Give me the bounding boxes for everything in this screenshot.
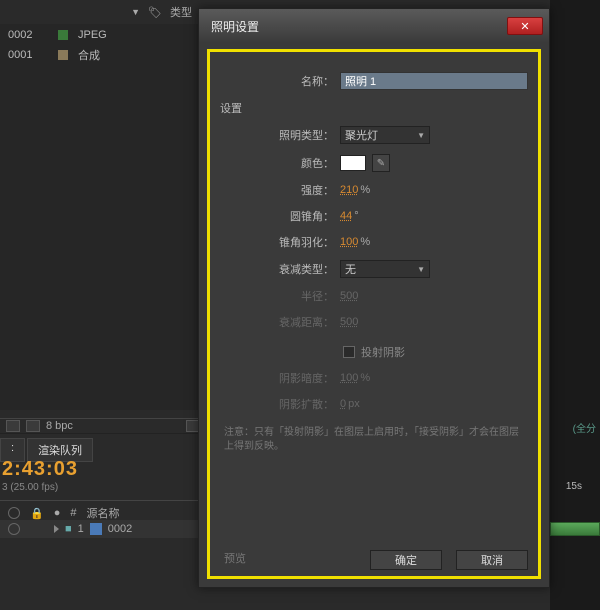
falloff-distance-value: 500: [340, 316, 358, 328]
ok-button[interactable]: 确定: [370, 550, 442, 570]
intensity-unit: %: [360, 184, 370, 196]
project-row[interactable]: 0002 JPEG: [0, 26, 200, 44]
close-icon: ✕: [520, 20, 529, 33]
shadow-note: 注意：只有「投射阴影」在图层上启用时，「接受阴影」才会在图层上得到反映。: [220, 426, 528, 454]
name-input[interactable]: [340, 72, 528, 90]
color-swatch[interactable]: [340, 155, 366, 171]
settings-section-label: 设置: [220, 100, 528, 116]
viewer-panel: [550, 0, 600, 610]
item-type: 合成: [78, 47, 100, 63]
eyedropper-button[interactable]: ✎: [372, 154, 390, 172]
light-type-label: 照明类型：: [220, 127, 340, 143]
bpc-indicator[interactable]: 8 bpc: [46, 420, 73, 432]
light-type-dropdown[interactable]: 聚光灯 ▼: [340, 126, 430, 144]
project-panel: ▼ 🏷 类型 0002 JPEG 0001 合成: [0, 0, 200, 410]
folder-icon[interactable]: [26, 420, 40, 432]
col-number: #: [70, 507, 76, 519]
shadow-diffusion-value: 0: [340, 398, 346, 410]
layer-index: 1: [78, 523, 84, 535]
item-type: JPEG: [78, 29, 107, 41]
layer-bar[interactable]: [550, 522, 600, 536]
tag-icon[interactable]: 🏷: [148, 6, 162, 19]
chevron-down-icon[interactable]: ▼: [131, 7, 140, 17]
cone-angle-value[interactable]: 44: [340, 210, 352, 222]
cone-feather-unit: %: [360, 236, 370, 248]
dialog-body: 名称： 设置 照明类型： 聚光灯 ▼ 颜色： ✎ 强度： 210 % 圆锥角： …: [207, 49, 541, 579]
timecode[interactable]: 2:43:03: [2, 458, 78, 481]
label-swatch: [58, 50, 68, 60]
resolution-label[interactable]: (全分: [573, 420, 596, 435]
falloff-distance-label: 衰减距离：: [220, 314, 340, 330]
eye-icon[interactable]: [8, 523, 20, 535]
label-swatch: [58, 30, 68, 40]
dialog-title: 照明设置: [211, 18, 259, 35]
timecode-sub: 3 (25.00 fps): [2, 482, 58, 493]
shadow-darkness-unit: %: [360, 372, 370, 384]
falloff-type-dropdown[interactable]: 无 ▼: [340, 260, 430, 278]
cast-shadow-checkbox[interactable]: [343, 346, 355, 358]
time-marker: 15s: [566, 481, 582, 492]
type-column-header[interactable]: 类型: [170, 4, 192, 20]
dialog-titlebar[interactable]: 照明设置 ✕: [199, 9, 549, 43]
bin-icon[interactable]: [6, 420, 20, 432]
shadow-darkness-value: 100: [340, 372, 358, 384]
falloff-type-label: 衰减类型：: [220, 261, 340, 277]
timeline-row[interactable]: ■ 1 0002: [0, 520, 200, 538]
cone-angle-unit: °: [354, 210, 358, 222]
shadow-darkness-label: 阴影暗度：: [220, 370, 340, 386]
lock-icon[interactable]: 🔒: [30, 507, 44, 520]
close-button[interactable]: ✕: [507, 17, 543, 35]
layer-label-swatch: ■: [65, 523, 72, 535]
eyedropper-icon: ✎: [377, 158, 385, 169]
col-source-name: 源名称: [86, 505, 119, 521]
name-label: 名称：: [220, 73, 340, 89]
eye-icon[interactable]: [8, 507, 20, 519]
shadow-diffusion-label: 阴影扩散：: [220, 396, 340, 412]
label-icon[interactable]: ●: [54, 507, 61, 519]
item-name: 0001: [8, 49, 48, 61]
color-label: 颜色：: [220, 155, 340, 171]
project-row[interactable]: 0001 合成: [0, 44, 200, 66]
cone-feather-value[interactable]: 100: [340, 236, 358, 248]
cone-angle-label: 圆锥角：: [220, 208, 340, 224]
intensity-label: 强度：: [220, 182, 340, 198]
project-footer: 8 bpc: [0, 418, 206, 434]
shadow-diffusion-unit: px: [348, 398, 360, 410]
cone-feather-label: 锥角羽化：: [220, 234, 340, 250]
light-settings-dialog: 照明设置 ✕ 名称： 设置 照明类型： 聚光灯 ▼ 颜色： ✎ 强度： 2: [198, 8, 550, 588]
project-header: ▼ 🏷 类型: [0, 0, 200, 24]
intensity-value[interactable]: 210: [340, 184, 358, 196]
layer-name: 0002: [108, 523, 132, 535]
chevron-down-icon: ▼: [417, 265, 425, 274]
footage-icon: [90, 523, 102, 535]
twirl-icon[interactable]: [54, 525, 59, 533]
dropdown-value: 无: [345, 261, 356, 277]
item-name: 0002: [8, 29, 48, 41]
cast-shadow-label: 投射阴影: [361, 344, 405, 360]
radius-value: 500: [340, 290, 358, 302]
dropdown-value: 聚光灯: [345, 127, 378, 143]
preview-link[interactable]: 预览: [224, 550, 246, 566]
radius-label: 半径：: [220, 288, 340, 304]
cancel-button[interactable]: 取消: [456, 550, 528, 570]
chevron-down-icon: ▼: [417, 131, 425, 140]
